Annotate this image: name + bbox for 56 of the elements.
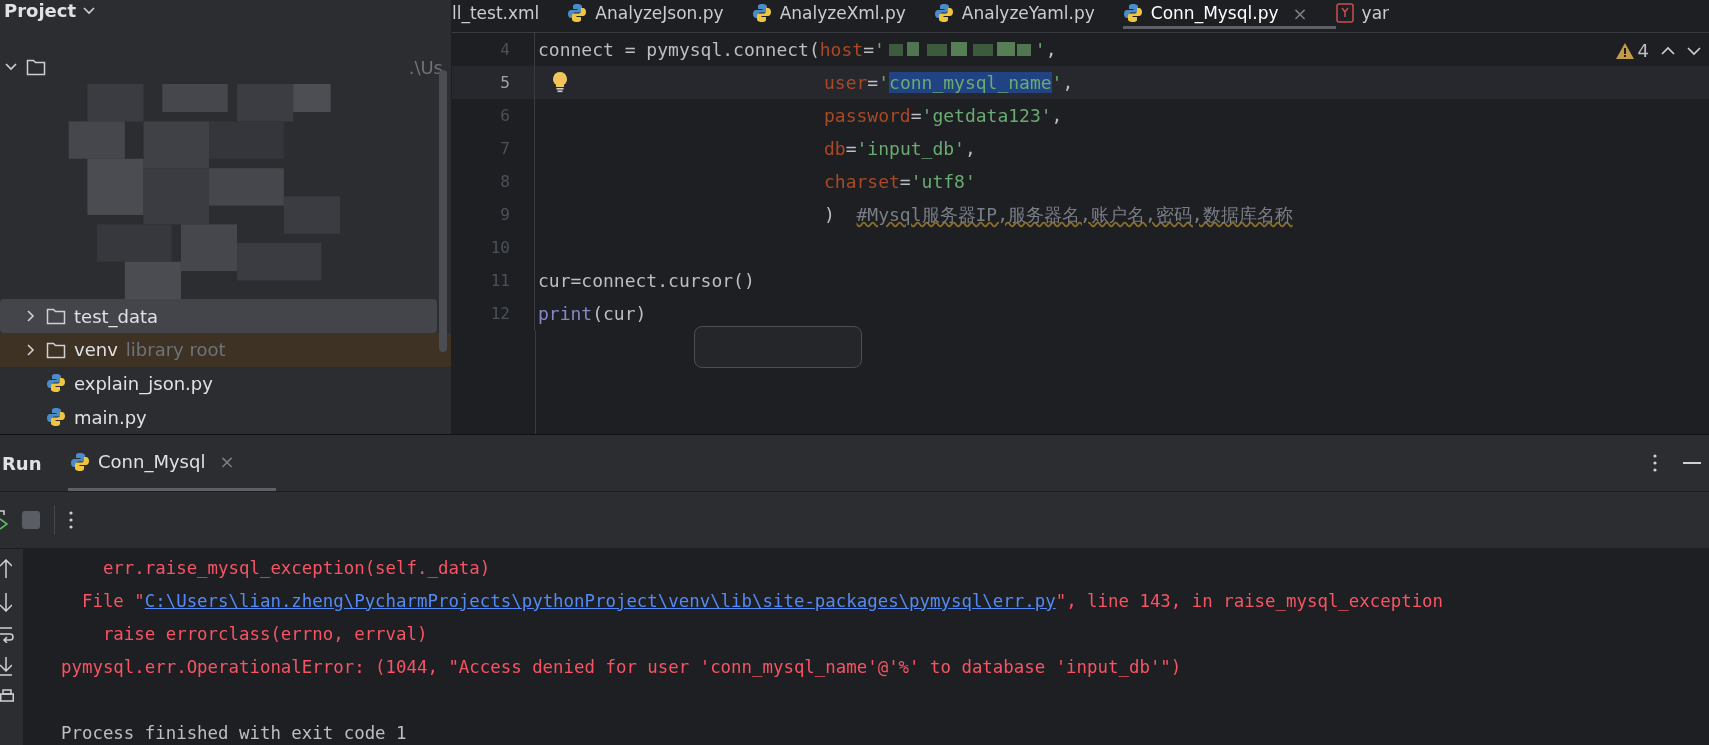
code-line: user='conn_mysql_name',	[535, 66, 1074, 99]
more-icon[interactable]	[69, 511, 73, 529]
code-line: password='getdata123',	[823, 104, 1063, 128]
folder-icon	[46, 307, 66, 326]
console-line: raise errorclass(errno, errval)	[101, 622, 429, 646]
python-icon	[46, 407, 66, 428]
tree-item-label: main.py	[74, 406, 147, 428]
scroll-to-end-icon[interactable]	[0, 656, 12, 676]
tree-item[interactable]: venv library root	[0, 333, 451, 367]
tree-item-label: venv	[74, 339, 118, 361]
tree-item-label: test_data	[74, 305, 159, 327]
console-line: pymysql.err.OperationalError: (1044, "Access denied for user 'conn_mysql_name'@'%' to database 'input_db'")	[61, 655, 1183, 679]
editor-tab[interactable]: Conn_Mysql.py ×	[1122, 0, 1336, 29]
folder-icon	[46, 340, 66, 359]
wrap-icon[interactable]	[0, 625, 14, 643]
path-hint: .\Us	[408, 56, 443, 78]
tree-item-label: explain_json.py	[74, 373, 213, 394]
tree-item-note: library root	[125, 339, 226, 361]
python-icon	[567, 3, 588, 23]
python-icon	[70, 451, 90, 472]
close-icon[interactable]: ×	[1292, 2, 1308, 24]
tree-item[interactable]: test_data	[0, 299, 437, 333]
more-icon[interactable]	[1653, 454, 1657, 472]
warning-icon	[1615, 42, 1634, 59]
file-link[interactable]: C:\Users\lian.zheng\PycharmProjects\pythonProject\venv\lib\site-packages\pymysql\err.py	[144, 590, 1056, 611]
console-line: Process finished with exit code 1	[61, 721, 408, 745]
python-icon	[1122, 3, 1143, 23]
print-icon[interactable]	[0, 689, 14, 705]
rerun-icon[interactable]	[0, 509, 8, 531]
console-line: err.raise_mysql_exception(self._data)	[101, 556, 492, 580]
down-arrow-icon[interactable]	[0, 592, 12, 612]
tree-item[interactable]: main.py	[0, 400, 451, 434]
code-line: db='input_db',	[823, 137, 976, 161]
tree-item[interactable]: explain_json.py	[0, 366, 451, 401]
file-icon	[1335, 3, 1354, 23]
editor-tab[interactable]: AnalyzeYaml.py	[933, 0, 1123, 29]
panel-title: Run	[2, 452, 43, 474]
code-line: charset='utf8'	[823, 170, 976, 194]
console-line: File "C:\Users\lian.zheng\PycharmProjects\pythonProject\venv\lib\site-packages\pymysql\err.py", line 143, in raise_mysql_exception	[80, 589, 1445, 613]
editor-tab[interactable]: ll_test.xml	[452, 0, 568, 29]
editor-tab[interactable]: AnalyzeXml.py	[751, 0, 934, 29]
editor-tab[interactable]: yar	[1335, 0, 1418, 29]
python-icon	[933, 3, 954, 23]
folder-icon	[26, 58, 46, 77]
lightbulb-icon[interactable]	[551, 71, 569, 93]
python-icon	[46, 373, 66, 394]
code-line: cur=connect.cursor()	[537, 269, 755, 293]
line-number: 5	[500, 73, 510, 92]
code-line: connect = pymysql.connect(host=' ',	[537, 38, 1057, 62]
panel-title: Project	[4, 0, 77, 23]
up-arrow-icon[interactable]	[0, 559, 12, 579]
python-icon	[751, 3, 772, 23]
code-line: ) #Mysql服务器IP,服务器名,账户名,密码,数据库名称	[823, 202, 1293, 227]
code-line: print(cur)	[537, 302, 647, 326]
warning-count[interactable]: 4	[1615, 40, 1649, 61]
editor-tab[interactable]: AnalyzeJson.py	[567, 0, 752, 29]
